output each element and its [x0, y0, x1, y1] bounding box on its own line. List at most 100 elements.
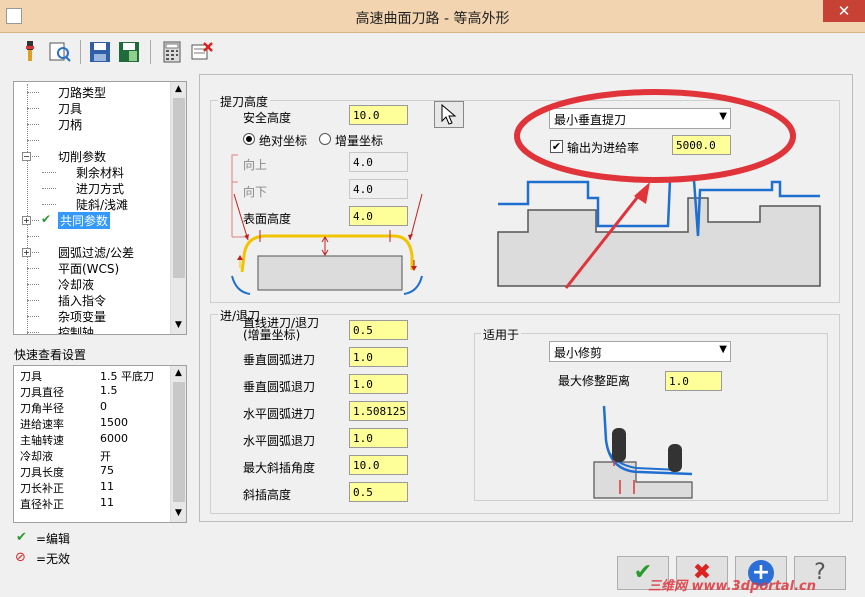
select-point-button[interactable]: [434, 101, 464, 128]
quickview-value: 1.5: [100, 384, 118, 397]
trim-diagram: [593, 405, 693, 499]
quickview-key: 冷却液: [20, 450, 53, 463]
absolute-label: 绝对坐标: [259, 134, 308, 148]
entry-label: 垂直圆弧进刀: [243, 353, 316, 367]
entry-input[interactable]: 0.5: [349, 482, 408, 502]
quickview-value: 1500: [100, 416, 128, 429]
quickview-value: 11: [100, 496, 114, 509]
down-input[interactable]: 4.0: [349, 179, 408, 199]
expand-icon[interactable]: +: [22, 216, 31, 225]
legend-invalid: =无效: [36, 552, 71, 566]
tree-item[interactable]: 刀柄: [58, 116, 82, 133]
close-button[interactable]: ✕: [823, 0, 865, 22]
safe-height-label: 安全高度: [243, 111, 292, 125]
entry-input[interactable]: 10.0: [349, 455, 408, 475]
absolute-radio[interactable]: [243, 133, 255, 145]
tree-item[interactable]: 陡斜/浅滩: [76, 196, 128, 213]
retract-group-title: 提刀高度: [218, 93, 271, 110]
quickview-key: 刀角半径: [20, 402, 64, 415]
tree-item[interactable]: 圆弧过滤/公差: [58, 244, 134, 261]
entry-input[interactable]: 0.5: [349, 320, 408, 340]
safe-height-input[interactable]: 10.0: [349, 105, 408, 125]
tree-item[interactable]: 剩余材料: [76, 164, 124, 181]
quickview-value: 开: [100, 450, 111, 463]
entry-label: 水平圆弧退刀: [243, 434, 316, 448]
calculator-icon[interactable]: [160, 40, 184, 64]
tree-connector: [27, 284, 39, 285]
parameter-tree: 刀路类型 刀具 刀柄切削参数 剩余材料 进刀方式 陡斜/浅滩 共同参数圆弧过滤/公差 平面(W…: [13, 81, 187, 335]
entry-input[interactable]: 1.0: [349, 428, 408, 448]
apply-select[interactable]: 最小修剪 ▼: [549, 341, 731, 362]
quickview-key: 刀具长度: [20, 466, 64, 479]
quickview-value: 0: [100, 400, 107, 413]
tree-item[interactable]: 冷却液: [58, 276, 94, 293]
entry-input[interactable]: 1.0: [349, 374, 408, 394]
quickview-title: 快速查看设置: [14, 348, 87, 362]
entry-label: 斜插高度: [243, 488, 292, 502]
delete-icon[interactable]: [190, 40, 214, 64]
quickview-value: 1.5 平底刀: [100, 370, 154, 383]
up-input[interactable]: 4.0: [349, 152, 408, 172]
tree-connector: [42, 172, 56, 173]
quickview-value: 75: [100, 464, 114, 477]
quickview-value: 6000: [100, 432, 128, 445]
tree-item[interactable]: 平面(WCS): [58, 260, 119, 277]
entry-label: 最大斜插角度: [243, 461, 316, 475]
tree-item[interactable]: 刀路类型: [58, 84, 106, 101]
entry-label-secondary: (增量坐标): [243, 328, 301, 342]
tree-connector: [27, 332, 39, 333]
quickview-key: 刀具: [20, 370, 42, 383]
tree-connector: [27, 92, 39, 93]
tree-item[interactable]: 杂项变量: [58, 308, 106, 325]
quickview-panel: 刀具 1.5 平底刀 刀具直径 1.5 刀角半径 0 进给速率 1500 主轴转速 6000 冷却液…: [13, 365, 187, 523]
legend-edit: =编辑: [36, 532, 71, 546]
min-trim-input[interactable]: 1.0: [665, 371, 722, 391]
incremental-radio[interactable]: [319, 133, 331, 145]
tree-item[interactable]: 进刀方式: [76, 180, 124, 197]
quickview-value: 11: [100, 480, 114, 493]
chevron-down-icon: ▼: [719, 344, 727, 355]
tree-connector: [27, 300, 39, 301]
tree-item[interactable]: 插入指令: [58, 292, 106, 309]
quickview-key: 直径补正: [20, 498, 64, 511]
annotation-ellipse: [514, 89, 796, 289]
edit-check-icon: ✔: [16, 530, 27, 545]
tree-item[interactable]: 共同参数: [58, 212, 111, 229]
quickview-scrollbar[interactable]: ▲ ▼: [170, 366, 186, 522]
tree-connector: [27, 236, 39, 237]
tree-item[interactable]: 刀具: [58, 100, 82, 117]
quickview-key: 进给速率: [20, 418, 64, 431]
incremental-label: 增量坐标: [335, 134, 384, 148]
tree-connector: [27, 124, 39, 125]
tree-connector: [27, 268, 39, 269]
tree-connector: [42, 204, 56, 205]
surface-height-input[interactable]: 4.0: [349, 206, 408, 226]
expand-icon[interactable]: +: [22, 248, 31, 257]
collapse-icon[interactable]: −: [22, 152, 31, 161]
tree-connector: [27, 316, 39, 317]
tree-item[interactable]: 切削参数: [58, 148, 106, 165]
invalid-icon: ⊘: [15, 550, 26, 565]
down-label: 向下: [243, 185, 268, 199]
entry-input[interactable]: 1.0: [349, 347, 408, 367]
retract-diagram: [231, 154, 423, 295]
quickview-key: 刀长补正: [20, 482, 64, 495]
tree-scrollbar[interactable]: ▲ ▼: [170, 82, 186, 334]
view-settings-icon[interactable]: [48, 40, 72, 64]
apply-group-title: 适用于: [481, 326, 522, 343]
tool-icon[interactable]: [18, 40, 42, 64]
edit-check-icon: ✔: [41, 212, 52, 226]
entry-label: 垂直圆弧退刀: [243, 380, 316, 394]
entry-input[interactable]: 1.508125: [349, 401, 408, 421]
watermark: 三维网 www.3dportal.cn: [648, 579, 817, 594]
apply-value: 最小修剪: [554, 346, 603, 360]
tree-connector: [27, 140, 39, 141]
tree-item[interactable]: 控制轴: [58, 324, 94, 334]
quickview-key: 主轴转速: [20, 434, 64, 447]
window-title: 高速曲面刀路 - 等高外形: [355, 11, 510, 27]
save-icon[interactable]: [88, 40, 112, 64]
tree-connector: [42, 188, 56, 189]
min-trim-label: 最大修整距离: [558, 374, 631, 388]
save-default-icon[interactable]: [117, 40, 141, 64]
toolbar-separator: [80, 40, 81, 64]
